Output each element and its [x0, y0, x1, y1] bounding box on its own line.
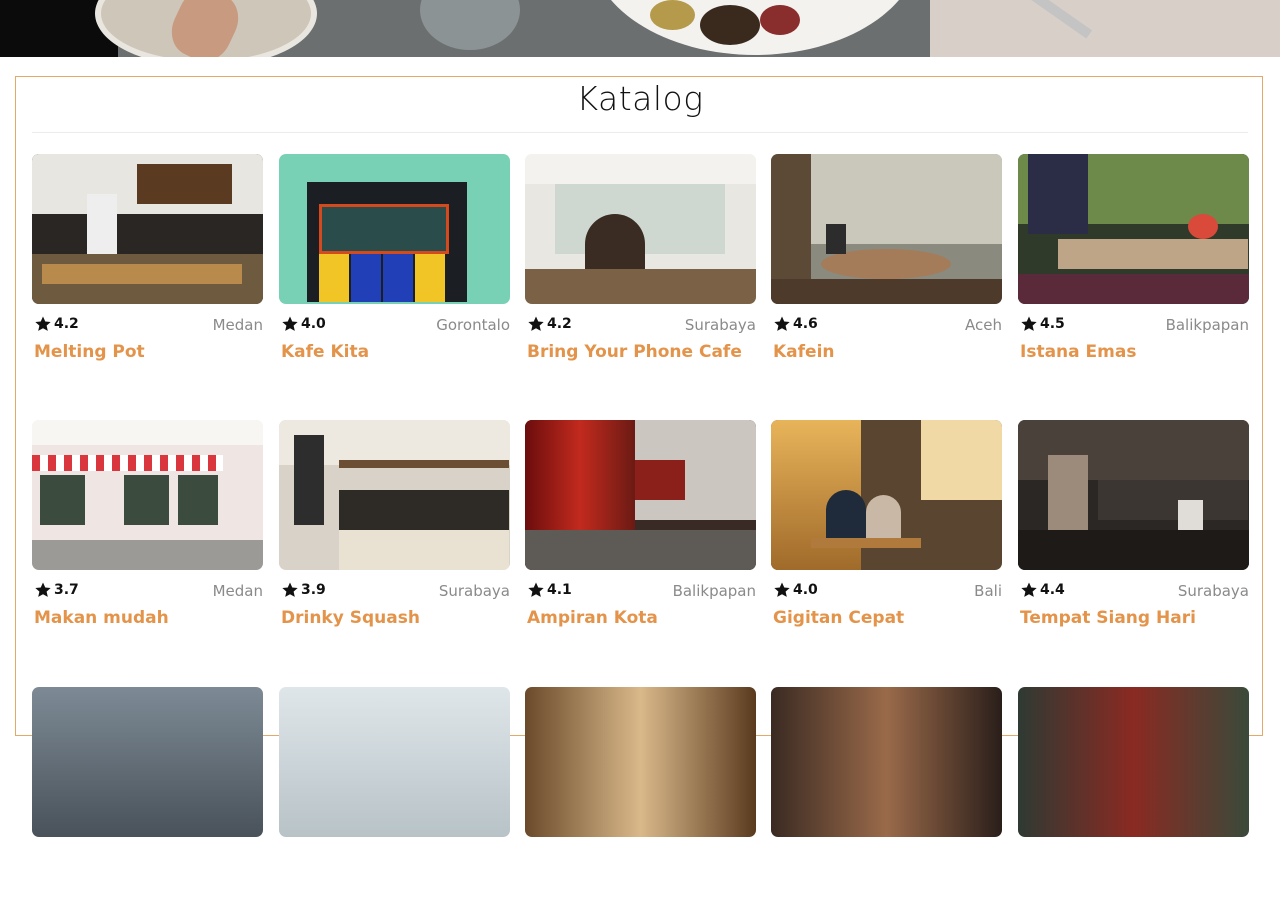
card-meta: 4.5 Balikpapan: [1020, 314, 1249, 336]
star-icon: [774, 582, 790, 597]
rating-value: 4.6: [793, 316, 818, 332]
restaurant-name-link[interactable]: Ampiran Kota: [527, 608, 658, 628]
restaurant-thumbnail[interactable]: [771, 687, 1002, 837]
restaurant-thumbnail[interactable]: [279, 154, 510, 304]
star-icon: [282, 582, 298, 597]
card-meta: 4.4 Surabaya: [1020, 580, 1249, 602]
city-label: Surabaya: [438, 582, 510, 600]
card-meta: 4.0 Gorontalo: [281, 314, 510, 336]
restaurant-card[interactable]: 4.0 Gorontalo Kafe Kita: [279, 154, 510, 384]
rating-value: 4.0: [793, 582, 818, 598]
restaurant-thumbnail[interactable]: [32, 420, 263, 570]
city-label: Surabaya: [684, 316, 756, 334]
star-icon: [1021, 582, 1037, 597]
restaurant-name-link[interactable]: Kafein: [773, 342, 835, 362]
title-divider: [32, 132, 1248, 133]
restaurant-card[interactable]: 3.7 Medan Makan mudah: [32, 420, 263, 650]
restaurant-card[interactable]: [525, 687, 756, 917]
card-meta: 4.2 Surabaya: [527, 314, 756, 336]
card-meta: 4.6 Aceh: [773, 314, 1002, 336]
card-meta: 4.1 Balikpapan: [527, 580, 756, 602]
catalog-title: Katalog: [576, 79, 704, 118]
restaurant-thumbnail[interactable]: [525, 687, 756, 837]
restaurant-name-link[interactable]: Istana Emas: [1020, 342, 1136, 362]
star-icon: [282, 316, 298, 331]
restaurant-card[interactable]: 4.5 Balikpapan Istana Emas: [1018, 154, 1249, 384]
restaurant-card[interactable]: 4.1 Balikpapan Ampiran Kota: [525, 420, 756, 650]
restaurant-card[interactable]: [32, 687, 263, 917]
restaurant-name-link[interactable]: Drinky Squash: [281, 608, 420, 628]
restaurant-thumbnail[interactable]: [525, 420, 756, 570]
restaurant-name-link[interactable]: Gigitan Cepat: [773, 608, 904, 628]
city-label: Medan: [212, 316, 263, 334]
restaurant-thumbnail[interactable]: [771, 420, 1002, 570]
rating-value: 4.4: [1040, 582, 1065, 598]
restaurant-card[interactable]: [279, 687, 510, 917]
restaurant-name-link[interactable]: Kafe Kita: [281, 342, 369, 362]
restaurant-card[interactable]: [771, 687, 1002, 917]
restaurant-name-link[interactable]: Makan mudah: [34, 608, 169, 628]
catalog-section: Katalog 4.2 Medan Melting Pot 4.0 Goront…: [15, 76, 1263, 837]
star-icon: [1021, 316, 1037, 331]
restaurant-card[interactable]: 3.9 Surabaya Drinky Squash: [279, 420, 510, 650]
restaurant-card[interactable]: 4.6 Aceh Kafein: [771, 154, 1002, 384]
rating-value: 3.9: [301, 582, 326, 598]
star-icon: [35, 316, 51, 331]
restaurant-card[interactable]: [1018, 687, 1249, 917]
restaurant-thumbnail[interactable]: [1018, 687, 1249, 837]
restaurant-thumbnail[interactable]: [279, 420, 510, 570]
restaurant-thumbnail[interactable]: [1018, 420, 1249, 570]
restaurant-thumbnail[interactable]: [771, 154, 1002, 304]
city-label: Bali: [974, 582, 1002, 600]
restaurant-thumbnail[interactable]: [32, 687, 263, 837]
rating-value: 4.2: [54, 316, 79, 332]
star-icon: [528, 316, 544, 331]
restaurant-thumbnail[interactable]: [279, 687, 510, 837]
restaurant-card[interactable]: 4.0 Bali Gigitan Cepat: [771, 420, 1002, 650]
card-meta: 3.7 Medan: [34, 580, 263, 602]
restaurant-thumbnail[interactable]: [32, 154, 263, 304]
city-label: Aceh: [965, 316, 1002, 334]
star-icon: [35, 582, 51, 597]
city-label: Balikpapan: [1165, 316, 1249, 334]
star-icon: [528, 582, 544, 597]
rating-value: 4.1: [547, 582, 572, 598]
city-label: Surabaya: [1177, 582, 1249, 600]
hero-image: [0, 0, 1280, 57]
restaurant-thumbnail[interactable]: [1018, 154, 1249, 304]
rating-value: 3.7: [54, 582, 79, 598]
card-meta: 3.9 Surabaya: [281, 580, 510, 602]
restaurant-card[interactable]: 4.2 Medan Melting Pot: [32, 154, 263, 384]
restaurant-thumbnail[interactable]: [525, 154, 756, 304]
city-label: Balikpapan: [672, 582, 756, 600]
restaurant-name-link[interactable]: Tempat Siang Hari: [1020, 608, 1196, 628]
city-label: Gorontalo: [436, 316, 510, 334]
restaurant-name-link[interactable]: Melting Pot: [34, 342, 145, 362]
rating-value: 4.2: [547, 316, 572, 332]
card-meta: 4.2 Medan: [34, 314, 263, 336]
card-meta: 4.0 Bali: [773, 580, 1002, 602]
restaurant-card[interactable]: 4.2 Surabaya Bring Your Phone Cafe: [525, 154, 756, 384]
city-label: Medan: [212, 582, 263, 600]
rating-value: 4.0: [301, 316, 326, 332]
star-icon: [774, 316, 790, 331]
restaurant-card[interactable]: 4.4 Surabaya Tempat Siang Hari: [1018, 420, 1249, 650]
rating-value: 4.5: [1040, 316, 1065, 332]
restaurant-name-link[interactable]: Bring Your Phone Cafe: [527, 342, 742, 362]
